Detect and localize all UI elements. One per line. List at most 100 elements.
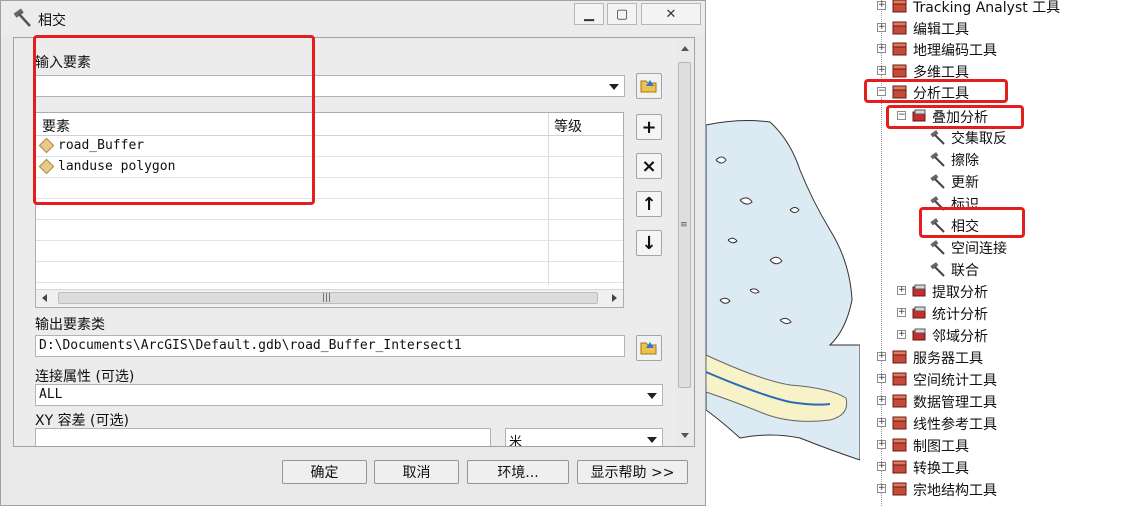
expand-toggle-icon[interactable]: +: [877, 23, 886, 32]
arctoolbox-tree: + Tracking Analyst 工具 + 编辑工具 + 地理编码工具 + 多维工具 − 分析…: [864, 0, 1127, 506]
cancel-button[interactable]: 取消: [374, 460, 459, 484]
hammer-icon: [930, 174, 945, 189]
move-up-button[interactable]: ↑: [636, 191, 662, 217]
grip-icon: ≡: [680, 220, 688, 230]
expand-toggle-icon[interactable]: −: [877, 87, 886, 96]
tree-node-label: 编辑工具: [913, 22, 969, 38]
title-bar[interactable]: 相交 ▁ ▢ ✕: [1, 1, 705, 35]
column-features[interactable]: 要素: [42, 116, 70, 136]
scroll-right-icon[interactable]: [612, 294, 617, 302]
tree-node-label: 转换工具: [913, 461, 969, 477]
expand-toggle-icon[interactable]: +: [877, 484, 886, 493]
input-features-combo[interactable]: [35, 75, 625, 97]
features-table[interactable]: 要素 等级 road_Buffer landuse polygon |||: [35, 112, 624, 308]
feature-name: road_Buffer: [58, 138, 145, 153]
expand-toggle-icon[interactable]: +: [877, 462, 886, 471]
grip-icon: |||: [322, 293, 332, 303]
tree-node-label: 交集取反: [951, 131, 1007, 147]
tree-node-label: 相交: [951, 219, 979, 235]
input-features-label: 输入要素: [35, 55, 91, 71]
output-path: D:\Documents\ArcGIS\Default.gdb\road_Buf…: [39, 338, 462, 353]
xy-unit: 米: [509, 435, 523, 447]
tree-node-label: 统计分析: [932, 307, 988, 323]
scroll-up-icon[interactable]: [681, 46, 689, 51]
expand-toggle-icon[interactable]: +: [877, 66, 886, 75]
expand-toggle-icon[interactable]: +: [897, 286, 906, 295]
table-row[interactable]: [36, 199, 623, 220]
tree-node-label: 空间连接: [951, 241, 1007, 257]
tree-guide: [881, 0, 882, 506]
remove-row-button[interactable]: ×: [636, 153, 662, 179]
expand-toggle-icon[interactable]: +: [877, 374, 886, 383]
polygon-layer-icon: [38, 158, 55, 175]
expand-toggle-icon[interactable]: +: [877, 440, 886, 449]
toolbox-icon: [892, 372, 907, 386]
tree-node-label: 更新: [951, 175, 979, 191]
expand-toggle-icon[interactable]: −: [897, 111, 906, 120]
tree-node-label: 分析工具: [913, 86, 969, 102]
tree-node-label: 叠加分析: [932, 110, 988, 126]
feature-name: landuse polygon: [58, 159, 176, 174]
tree-node-label: 联合: [951, 263, 979, 279]
table-row[interactable]: [36, 262, 623, 283]
vertical-scrollbar[interactable]: ≡: [676, 38, 694, 446]
xy-tolerance-input[interactable]: [35, 428, 491, 446]
xy-unit-select[interactable]: 米: [505, 428, 663, 447]
toolset-icon: [912, 284, 926, 297]
output-label: 输出要素类: [35, 317, 105, 333]
scroll-left-icon[interactable]: [42, 294, 47, 302]
table-row[interactable]: road_Buffer: [36, 136, 623, 157]
hammer-icon: [930, 196, 945, 211]
folder-icon: [640, 80, 657, 93]
toolbox-icon: [892, 460, 907, 474]
hammer-icon: [13, 8, 31, 27]
toolbox-icon: [892, 21, 907, 35]
table-row[interactable]: [36, 241, 623, 262]
hammer-icon: [930, 262, 945, 277]
expand-toggle-icon[interactable]: +: [897, 308, 906, 317]
maximize-button[interactable]: ▢: [607, 3, 637, 25]
environments-button[interactable]: 环境...: [467, 460, 569, 484]
expand-toggle-icon[interactable]: +: [897, 330, 906, 339]
minimize-button[interactable]: ▁: [574, 3, 604, 25]
move-down-button[interactable]: ↓: [636, 230, 662, 256]
expand-toggle-icon[interactable]: +: [877, 1, 886, 10]
dialog-title: 相交: [38, 13, 66, 29]
column-rank[interactable]: 等级: [554, 116, 582, 136]
tree-node-label: 制图工具: [913, 439, 969, 455]
tree-node-label: 标识: [951, 197, 979, 213]
join-attributes-select[interactable]: ALL: [35, 384, 663, 406]
close-button[interactable]: ✕: [641, 3, 701, 25]
hammer-icon: [930, 218, 945, 233]
expand-toggle-icon[interactable]: +: [877, 418, 886, 427]
intersect-dialog: 相交 ▁ ▢ ✕ 输入要素 要素 等级 road_Buffer landuse …: [0, 0, 706, 506]
show-help-button[interactable]: 显示帮助 >>: [577, 460, 688, 484]
table-header: 要素 等级: [36, 113, 623, 136]
horizontal-scrollbar[interactable]: |||: [36, 289, 623, 307]
browse-input-button[interactable]: [636, 73, 662, 99]
browse-output-button[interactable]: [636, 335, 662, 361]
tree-node-label: 线性参考工具: [913, 417, 997, 433]
toolbox-icon: [892, 416, 907, 430]
expand-toggle-icon[interactable]: +: [877, 396, 886, 405]
expand-toggle-icon[interactable]: +: [877, 352, 886, 361]
join-attributes-label: 连接属性 (可选): [35, 369, 135, 385]
table-row[interactable]: landuse polygon: [36, 157, 623, 178]
toolbox-icon: [892, 394, 907, 408]
tree-node-label: 宗地结构工具: [913, 483, 997, 499]
ok-button[interactable]: 确定: [282, 460, 367, 484]
tree-node-label: 数据管理工具: [913, 395, 997, 411]
table-row[interactable]: [36, 220, 623, 241]
tree-node-label: 服务器工具: [913, 351, 983, 367]
toolbox-icon: [892, 64, 907, 78]
toolbox-icon: [892, 438, 907, 452]
parameters-panel: 输入要素 要素 等级 road_Buffer landuse polygon |…: [13, 37, 695, 447]
output-field[interactable]: D:\Documents\ArcGIS\Default.gdb\road_Buf…: [35, 335, 625, 357]
add-row-button[interactable]: +: [636, 114, 662, 140]
scroll-down-icon[interactable]: [681, 433, 689, 438]
toolbox-icon: [892, 350, 907, 364]
expand-toggle-icon[interactable]: +: [877, 44, 886, 53]
folder-icon: [640, 342, 657, 355]
table-row[interactable]: [36, 178, 623, 199]
chevron-down-icon: [647, 393, 657, 399]
